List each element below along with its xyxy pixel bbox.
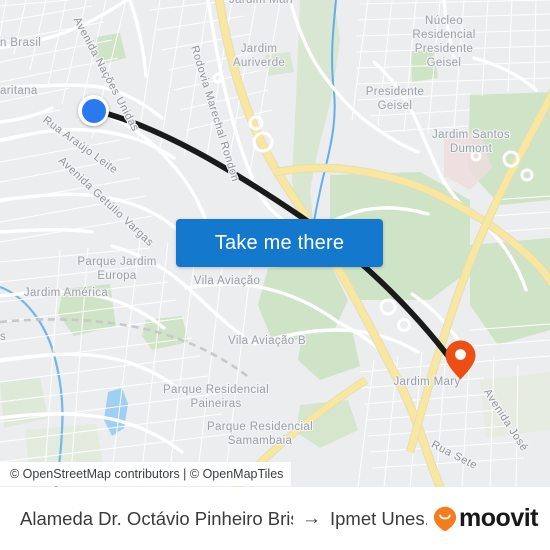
route-summary: Alameda Dr. Octávio Pinheiro Brisol... →… — [20, 508, 427, 530]
take-me-there-button[interactable]: Take me there — [176, 219, 383, 267]
arrow-right-icon: → — [302, 508, 321, 529]
destination-pin[interactable] — [444, 339, 477, 381]
origin-place-label: Alameda Dr. Octávio Pinheiro Brisol... — [20, 507, 293, 529]
destination-place-label: Ipmet Unes... — [330, 507, 427, 529]
current-location-dot[interactable] — [78, 95, 109, 126]
map-attribution-bar: © OpenStreetMap contributors | © OpenMap… — [0, 462, 292, 486]
moovit-logo[interactable]: moovit — [433, 504, 538, 533]
moovit-map-screen: n Brasil aritana Jardim Auriverde Núcleo… — [0, 0, 550, 550]
map-attribution-text[interactable]: © OpenStreetMap contributors | © OpenMap… — [10, 467, 283, 481]
moovit-pin-icon — [433, 506, 457, 532]
map-canvas[interactable]: n Brasil aritana Jardim Auriverde Núcleo… — [0, 0, 550, 487]
moovit-wordmark: moovit — [459, 504, 538, 532]
route-footer-bar: Alameda Dr. Octávio Pinheiro Brisol... →… — [0, 487, 550, 550]
location-dot-core — [81, 98, 106, 123]
take-me-there-label: Take me there — [214, 231, 345, 254]
